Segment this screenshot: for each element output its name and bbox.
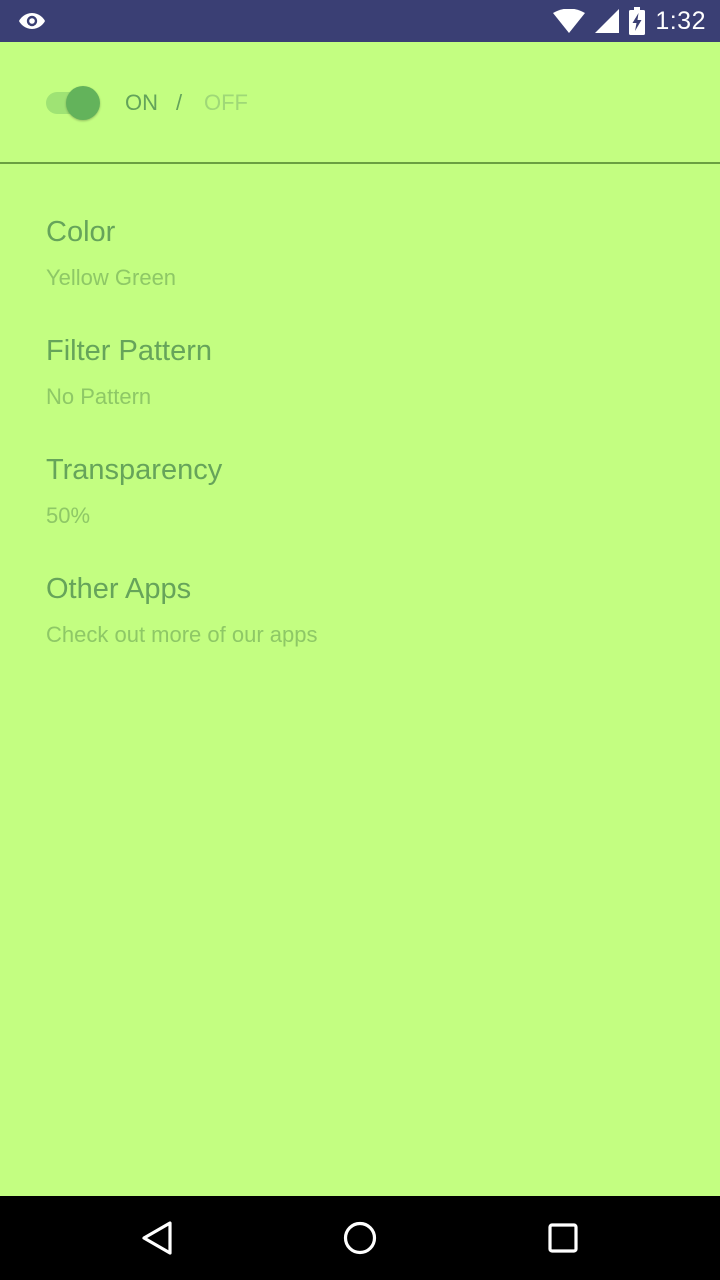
status-time: 1:32	[655, 7, 706, 35]
divider	[0, 162, 720, 164]
switch-thumb	[66, 86, 100, 120]
setting-title: Color	[46, 216, 116, 248]
overlay-switch[interactable]	[46, 86, 102, 120]
battery-charging-icon	[629, 7, 646, 35]
setting-filter-pattern[interactable]: Filter Pattern No Pattern	[0, 334, 720, 453]
recents-icon[interactable]	[543, 1218, 583, 1258]
setting-subtitle: No Pattern	[46, 384, 152, 409]
on-label[interactable]: ON	[125, 90, 158, 116]
setting-title: Transparency	[46, 454, 223, 486]
home-icon[interactable]	[340, 1218, 380, 1258]
setting-other-apps[interactable]: Other Apps Check out more of our apps	[0, 572, 720, 691]
back-icon[interactable]	[137, 1218, 177, 1258]
overlay-toggle-row: ON / OFF	[0, 42, 720, 163]
setting-subtitle: 50%	[46, 503, 91, 528]
setting-title: Other Apps	[46, 573, 192, 605]
setting-subtitle: Yellow Green	[46, 265, 177, 290]
cellular-signal-icon	[595, 9, 620, 33]
status-bar: 1:32	[0, 0, 720, 42]
off-label[interactable]: OFF	[204, 90, 248, 116]
toggle-separator: /	[176, 90, 183, 115]
navigation-bar	[0, 1196, 720, 1280]
setting-transparency[interactable]: Transparency 50%	[0, 453, 720, 572]
setting-title: Filter Pattern	[46, 335, 212, 367]
wifi-icon	[553, 9, 586, 33]
setting-subtitle: Check out more of our apps	[46, 622, 318, 647]
setting-color[interactable]: Color Yellow Green	[0, 215, 720, 334]
eye-icon	[18, 9, 46, 33]
